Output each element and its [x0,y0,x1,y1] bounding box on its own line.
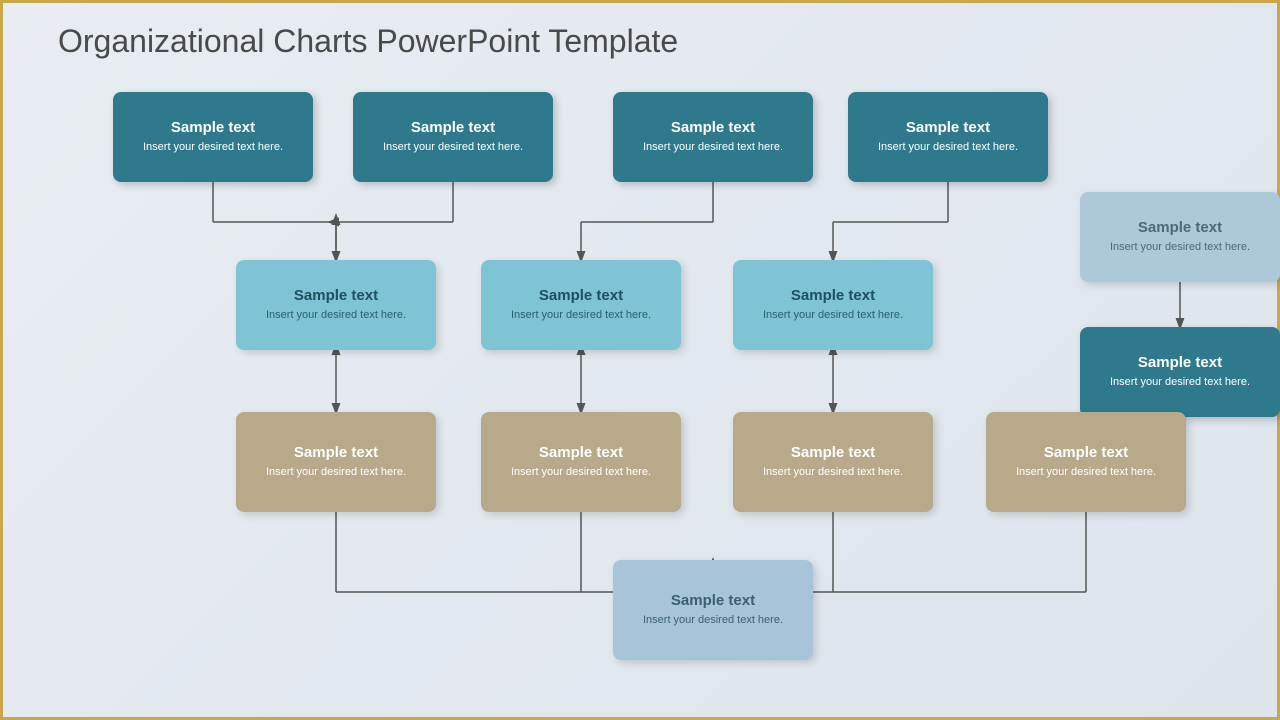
chart-area: Sample text Insert your desired text her… [58,82,1247,691]
box-t1[interactable]: Sample text Insert your desired text her… [113,92,313,182]
box-rt[interactable]: Sample text Insert your desired text her… [1080,192,1280,282]
box-l2-title: Sample text [539,444,623,461]
box-m2[interactable]: Sample text Insert your desired text her… [481,260,681,350]
box-t2[interactable]: Sample text Insert your desired text her… [353,92,553,182]
box-t1-sub: Insert your desired text here. [143,140,283,155]
box-t3-title: Sample text [671,119,755,136]
box-l2-sub: Insert your desired text here. [511,465,651,480]
box-m1-title: Sample text [294,287,378,304]
box-m3[interactable]: Sample text Insert your desired text her… [733,260,933,350]
box-bottom[interactable]: Sample text Insert your desired text her… [613,560,813,660]
box-t4-sub: Insert your desired text here. [878,140,1018,155]
box-t3[interactable]: Sample text Insert your desired text her… [613,92,813,182]
box-rb[interactable]: Sample text Insert your desired text her… [1080,327,1280,417]
box-bottom-sub: Insert your desired text here. [643,613,783,628]
box-t4[interactable]: Sample text Insert your desired text her… [848,92,1048,182]
box-rb-sub: Insert your desired text here. [1110,375,1250,390]
box-l3-title: Sample text [791,444,875,461]
box-l1-sub: Insert your desired text here. [266,465,406,480]
box-l3-sub: Insert your desired text here. [763,465,903,480]
box-t2-sub: Insert your desired text here. [383,140,523,155]
box-bottom-title: Sample text [671,592,755,609]
box-l4[interactable]: Sample text Insert your desired text her… [986,412,1186,512]
box-rb-title: Sample text [1138,354,1222,371]
box-t1-title: Sample text [171,119,255,136]
box-l4-sub: Insert your desired text here. [1016,465,1156,480]
box-m2-title: Sample text [539,287,623,304]
box-l4-title: Sample text [1044,444,1128,461]
box-t3-sub: Insert your desired text here. [643,140,783,155]
box-m2-sub: Insert your desired text here. [511,308,651,323]
page: Organizational Charts PowerPoint Templat… [3,3,1277,717]
box-l3[interactable]: Sample text Insert your desired text her… [733,412,933,512]
box-m1-sub: Insert your desired text here. [266,308,406,323]
box-l2[interactable]: Sample text Insert your desired text her… [481,412,681,512]
box-m3-sub: Insert your desired text here. [763,308,903,323]
box-rt-sub: Insert your desired text here. [1110,240,1250,255]
box-t2-title: Sample text [411,119,495,136]
box-l1-title: Sample text [294,444,378,461]
box-t4-title: Sample text [906,119,990,136]
box-m3-title: Sample text [791,287,875,304]
box-l1[interactable]: Sample text Insert your desired text her… [236,412,436,512]
box-m1[interactable]: Sample text Insert your desired text her… [236,260,436,350]
box-rt-title: Sample text [1138,219,1222,236]
page-title: Organizational Charts PowerPoint Templat… [58,23,1247,60]
